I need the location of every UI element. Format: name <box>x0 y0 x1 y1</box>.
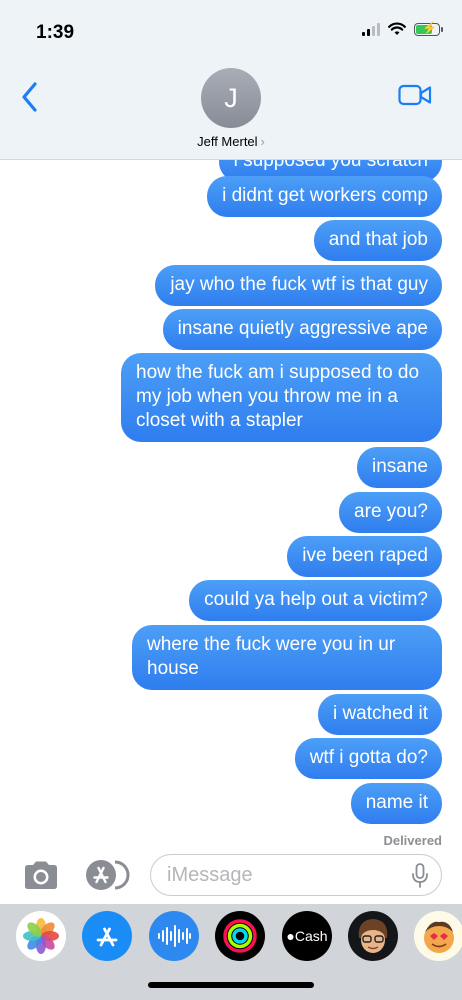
home-indicator[interactable] <box>148 982 314 988</box>
message-bubble[interactable]: insane quietly aggressive ape <box>162 309 442 350</box>
message-input[interactable] <box>167 863 387 887</box>
contact-name: Jeff Mertel <box>197 134 258 149</box>
message-bubble[interactable]: and that job <box>313 220 442 261</box>
delivered-status: Delivered <box>383 833 442 848</box>
message-bubble[interactable]: insane <box>357 447 442 488</box>
message-list[interactable]: i supposed you scratch i didnt get worke… <box>0 160 462 850</box>
cellular-signal-icon <box>362 22 380 36</box>
memoji-icon[interactable] <box>348 911 398 961</box>
message-input-field[interactable] <box>150 854 442 896</box>
activity-rings-icon[interactable] <box>215 911 265 961</box>
video-camera-icon[interactable] <box>398 84 432 106</box>
message-bubble[interactable]: where the fuck were you in ur house <box>132 625 442 690</box>
message-bubble[interactable]: could ya help out a victim? <box>189 580 442 621</box>
battery-icon: ⚡ <box>414 21 443 36</box>
contact-name-button[interactable]: Jeff Mertel › <box>0 134 462 149</box>
photos-icon[interactable] <box>16 911 66 961</box>
message-bubble[interactable]: jay who the fuck wtf is that guy <box>155 265 442 306</box>
apple-cash-icon[interactable]: ● Cash <box>282 911 332 961</box>
message-bubble[interactable]: are you? <box>339 492 442 533</box>
message-bubble[interactable]: wtf i gotta do? <box>294 738 442 779</box>
audio-waveform-icon[interactable] <box>149 911 199 961</box>
status-bar: 1:39 ⚡ <box>0 0 462 60</box>
compose-bar <box>0 850 462 904</box>
message-bubble[interactable]: ive been raped <box>287 536 442 577</box>
message-bubble[interactable]: name it <box>350 783 442 824</box>
conversation-header: J Jeff Mertel › <box>0 60 462 160</box>
apple-logo-icon: ● <box>286 928 295 944</box>
chevron-left-icon[interactable] <box>18 80 42 114</box>
cash-label: Cash <box>294 928 328 944</box>
contact-avatar[interactable]: J <box>201 68 261 128</box>
message-bubble[interactable]: i didnt get workers comp <box>207 176 442 217</box>
memoji-stickers-icon[interactable] <box>414 911 462 961</box>
status-icons: ⚡ <box>362 21 443 36</box>
app-store-icon[interactable] <box>82 911 132 961</box>
app-store-icon[interactable] <box>85 858 131 892</box>
wifi-icon <box>388 22 406 35</box>
status-time: 1:39 <box>36 22 75 43</box>
chevron-right-icon: › <box>260 134 265 149</box>
message-bubble[interactable]: how the fuck am i supposed to do my job … <box>121 353 442 442</box>
message-bubble[interactable]: i watched it <box>317 694 442 735</box>
camera-icon[interactable] <box>22 860 60 890</box>
microphone-icon[interactable] <box>411 863 429 889</box>
